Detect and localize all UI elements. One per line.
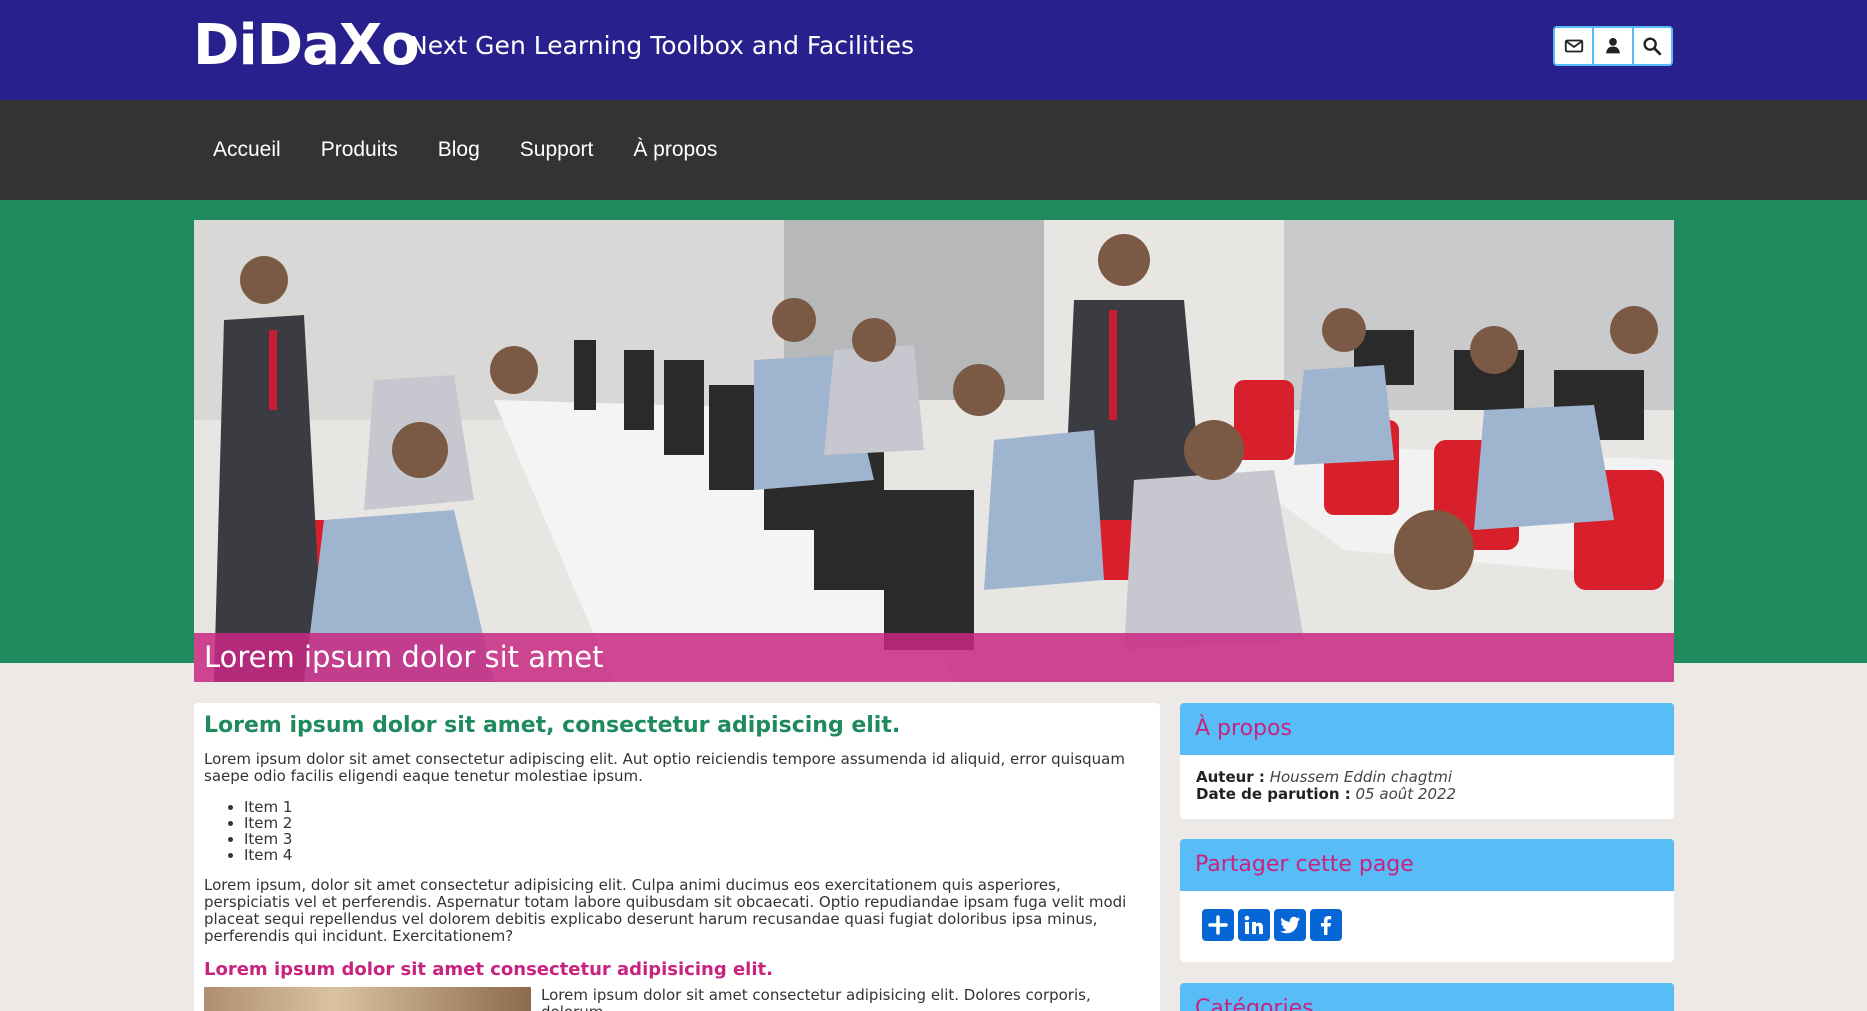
account-button[interactable] xyxy=(1594,28,1634,64)
share-buttons xyxy=(1180,891,1674,941)
article-body: Lorem ipsum, dolor sit amet consectetur … xyxy=(204,876,1127,945)
author-label: Auteur : xyxy=(1196,768,1265,786)
nav-item-accueil[interactable]: Accueil xyxy=(213,138,281,162)
linkedin-icon xyxy=(1244,915,1263,934)
about-widget-title: À propos xyxy=(1180,703,1674,755)
site-logo[interactable]: DiDaXo xyxy=(193,12,420,80)
article-card: Lorem ipsum dolor sit amet, consectetur … xyxy=(194,703,1160,1011)
user-icon xyxy=(1606,38,1620,54)
facebook-icon xyxy=(1321,916,1332,935)
about-widget: À propos Auteur : Houssem Eddin chagtmi … xyxy=(1180,703,1674,819)
site-tagline: Next Gen Learning Toolbox and Facilities xyxy=(409,31,915,60)
nav-item-produits[interactable]: Produits xyxy=(321,138,398,162)
categories-widget: Catégories xyxy=(1180,983,1674,1011)
header-icon-group xyxy=(1553,26,1673,66)
nav-item-support[interactable]: Support xyxy=(520,138,594,162)
search-button[interactable] xyxy=(1634,28,1671,64)
article-title: Lorem ipsum dolor sit amet, consectetur … xyxy=(204,713,901,738)
date-label: Date de parution : xyxy=(1196,785,1351,803)
nav-item-blog[interactable]: Blog xyxy=(438,138,480,162)
search-icon xyxy=(1643,37,1662,56)
author-name: Houssem Eddin chagtmi xyxy=(1269,768,1453,786)
share-facebook-button[interactable] xyxy=(1310,909,1342,941)
nav-item-a-propos[interactable]: À propos xyxy=(633,138,717,162)
article-media-text: Lorem ipsum dolor sit amet consectetur a… xyxy=(541,986,1091,1011)
hero-caption: Lorem ipsum dolor sit amet xyxy=(194,633,1674,682)
share-widget-title: Partager cette page xyxy=(1180,839,1674,891)
share-more-button[interactable] xyxy=(1202,909,1234,941)
article-intro: Lorem ipsum dolor sit amet consectetur a… xyxy=(204,750,1125,785)
article-subtitle: Lorem ipsum dolor sit amet consectetur a… xyxy=(204,959,773,980)
share-widget: Partager cette page xyxy=(1180,839,1674,962)
article-media-row: Lorem ipsum dolor sit amet consectetur a… xyxy=(204,987,1150,1011)
list-item: Item 3 xyxy=(244,831,1150,847)
hero-photo xyxy=(194,220,1674,682)
contact-button[interactable] xyxy=(1555,28,1595,64)
site-header: DiDaXo Next Gen Learning Toolbox and Fac… xyxy=(0,0,1867,100)
categories-widget-title: Catégories xyxy=(1180,983,1674,1011)
list-item: Item 2 xyxy=(244,815,1150,831)
author-line: Auteur : Houssem Eddin chagtmi xyxy=(1196,769,1674,786)
list-item: Item 4 xyxy=(244,847,1150,863)
article-thumbnail xyxy=(204,987,531,1011)
about-widget-body: Auteur : Houssem Eddin chagtmi Date de p… xyxy=(1180,755,1674,803)
list-item: Item 1 xyxy=(244,799,1150,815)
twitter-icon xyxy=(1280,916,1300,934)
share-twitter-button[interactable] xyxy=(1274,909,1306,941)
date-line: Date de parution : 05 août 2022 xyxy=(1196,786,1674,803)
main-nav: Accueil Produits Blog Support À propos xyxy=(0,100,1867,200)
publication-date: 05 août 2022 xyxy=(1355,785,1457,803)
envelope-icon xyxy=(1564,39,1583,53)
hero-banner: Lorem ipsum dolor sit amet xyxy=(194,220,1674,682)
article-list: Item 1 Item 2 Item 3 Item 4 xyxy=(244,799,1150,863)
share-linkedin-button[interactable] xyxy=(1238,909,1270,941)
plus-icon xyxy=(1208,915,1228,935)
